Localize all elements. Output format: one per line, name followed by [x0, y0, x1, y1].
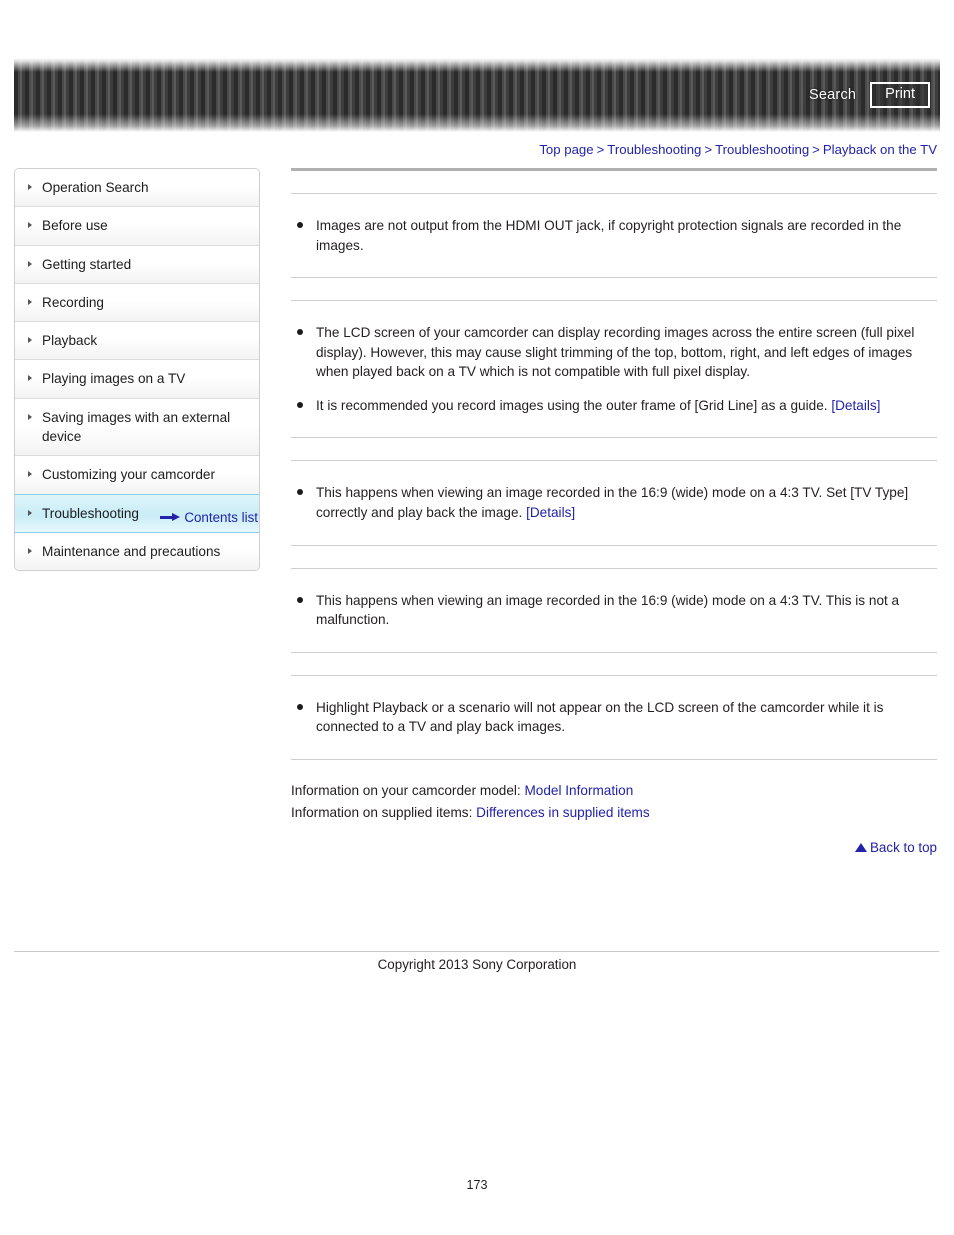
breadcrumb-separator: >	[812, 142, 820, 157]
list-item-text: It is recommended you record images usin…	[316, 397, 828, 413]
sidebar-item-recording[interactable]: Recording	[15, 283, 259, 323]
bullet-dot-icon	[297, 596, 303, 603]
details-link[interactable]: [Details]	[526, 505, 575, 520]
model-info-prefix: Information on your camcorder model:	[291, 782, 521, 798]
list-item: It is recommended you record images usin…	[291, 396, 937, 416]
sidebar-item-playback[interactable]: Playback	[15, 322, 259, 361]
breadcrumb-item-top-page[interactable]: Top page	[539, 142, 593, 157]
bullet-dot-icon	[297, 703, 303, 710]
contents-list-row: Contents list	[14, 510, 258, 525]
model-information-link[interactable]: Model Information	[524, 783, 633, 798]
bullet-list: Images are not output from the HDMI OUT …	[291, 216, 937, 255]
bullet-list: This happens when viewing an image recor…	[291, 591, 937, 630]
sidebar-item-maintenance-and-precautions[interactable]: Maintenance and precautions	[15, 532, 259, 571]
chevron-right-icon	[28, 337, 32, 344]
section-body-1: Images are not output from the HDMI OUT …	[291, 194, 937, 277]
section-heading-2	[291, 278, 937, 300]
bullet-dot-icon	[297, 489, 303, 496]
supplied-items-line: Information on supplied items: Differenc…	[291, 802, 937, 824]
info-block: Information on your camcorder model: Mod…	[291, 760, 937, 824]
section-body-3: This happens when viewing an image recor…	[291, 461, 937, 544]
section-heading-3	[291, 438, 937, 460]
chevron-right-icon	[28, 260, 32, 267]
sidebar-item-label: Playback	[42, 333, 98, 349]
bullet-list: Highlight Playback or a scenario will no…	[291, 698, 937, 737]
main-content: Images are not output from the HDMI OUT …	[291, 168, 937, 855]
list-item: This happens when viewing an image recor…	[291, 483, 937, 522]
print-button[interactable]: Print	[870, 81, 930, 109]
chevron-right-icon	[28, 184, 32, 190]
bullet-list: This happens when viewing an image recor…	[291, 483, 937, 522]
chevron-right-icon	[28, 375, 32, 382]
breadcrumb-separator: >	[596, 142, 605, 157]
sidebar-item-getting-started[interactable]: Getting started	[15, 245, 259, 284]
search-button[interactable]: Search	[809, 87, 856, 103]
details-link[interactable]: [Details]	[831, 398, 880, 413]
list-item-text: Highlight Playback or a scenario will no…	[316, 699, 884, 735]
list-item: Images are not output from the HDMI OUT …	[291, 216, 937, 255]
list-item-text: Images are not output from the HDMI OUT …	[316, 218, 902, 253]
page-number: 173	[466, 1178, 488, 1192]
sidebar-item-label: Operation Search	[42, 180, 149, 195]
breadcrumb-item-troubleshooting-2[interactable]: Troubleshooting	[715, 142, 809, 157]
chevron-right-icon	[28, 222, 32, 229]
header-actions: Search Print	[809, 58, 930, 132]
list-item-text: This happens when viewing an image recor…	[316, 485, 909, 520]
copyright-text: Copyright 2013 Sony Corporation	[377, 957, 577, 972]
sidebar-item-label: Playing images on a TV	[42, 371, 186, 387]
section-body-2: The LCD screen of your camcorder can dis…	[291, 301, 937, 437]
sidebar-item-customizing-your-camcorder[interactable]: Customizing your camcorder	[15, 456, 259, 495]
site-header-banner: Search Print	[14, 58, 940, 132]
list-item-text: This happens when viewing an image recor…	[316, 592, 900, 628]
section-heading-1	[291, 171, 937, 193]
section-heading-4	[291, 546, 937, 568]
sidebar-item-label: Saving images with an external device	[42, 409, 231, 445]
chevron-right-icon	[28, 298, 32, 305]
sidebar-item-label: Getting started	[42, 256, 132, 272]
breadcrumb: Top page > Troubleshooting > Troubleshooting…	[0, 142, 937, 157]
list-item: The LCD screen of your camcorder can dis…	[291, 323, 937, 382]
footer-divider	[14, 951, 939, 952]
bullet-dot-icon	[297, 222, 303, 228]
list-item: Highlight Playback or a scenario will no…	[291, 698, 937, 737]
bullet-dot-icon	[297, 329, 303, 336]
bullet-dot-icon	[297, 401, 303, 408]
back-to-top-link[interactable]: Back to top	[870, 840, 937, 855]
section-body-4: This happens when viewing an image recor…	[291, 569, 937, 652]
sidebar-item-label: Recording	[42, 294, 104, 310]
sidebar-item-label: Customizing your camcorder	[42, 467, 216, 483]
sidebar-item-saving-images-external-device[interactable]: Saving images with an external device	[15, 398, 259, 457]
arrow-right-icon	[160, 513, 181, 522]
section-body-5: Highlight Playback or a scenario will no…	[291, 676, 937, 759]
model-info-line: Information on your camcorder model: Mod…	[291, 780, 937, 802]
back-to-top-row: Back to top	[291, 840, 937, 855]
sidebar-item-operation-search[interactable]: Operation Search	[15, 169, 259, 208]
sidebar-item-label: Before use	[42, 218, 108, 234]
section-heading-5	[291, 653, 937, 675]
breadcrumb-item-playback-on-the-tv[interactable]: Playback on the TV	[823, 142, 937, 157]
chevron-right-icon	[28, 471, 32, 478]
supplied-items-prefix: Information on supplied items:	[291, 804, 473, 820]
sidebar-item-playing-images-on-a-tv[interactable]: Playing images on a TV	[15, 360, 259, 399]
list-item: This happens when viewing an image recor…	[291, 591, 937, 630]
triangle-up-icon	[855, 842, 867, 852]
list-item-text: The LCD screen of your camcorder can dis…	[316, 325, 915, 380]
chevron-right-icon	[28, 413, 32, 420]
differences-in-supplied-items-link[interactable]: Differences in supplied items	[476, 805, 650, 820]
chevron-right-icon	[28, 547, 32, 554]
breadcrumb-item-troubleshooting-1[interactable]: Troubleshooting	[607, 142, 701, 157]
sidebar-item-before-use[interactable]: Before use	[15, 207, 259, 246]
bullet-list: The LCD screen of your camcorder can dis…	[291, 323, 937, 415]
breadcrumb-separator: >	[704, 142, 713, 157]
sidebar-item-label: Maintenance and precautions	[42, 543, 221, 559]
contents-list-link[interactable]: Contents list	[184, 510, 258, 525]
